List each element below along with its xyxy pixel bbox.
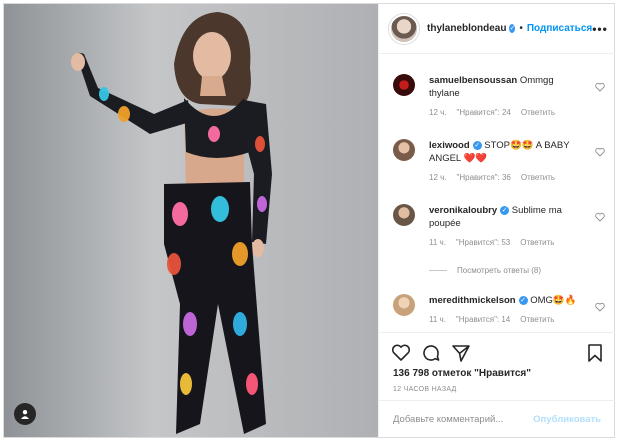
comment-icon[interactable] bbox=[421, 343, 441, 363]
reply-button[interactable]: Ответить bbox=[521, 108, 555, 117]
comment-time[interactable]: 11 ч. bbox=[429, 238, 446, 247]
comment-username[interactable]: veronikaloubry bbox=[429, 205, 497, 216]
follow-button[interactable]: Подписаться bbox=[527, 23, 592, 34]
commenter-avatar[interactable] bbox=[393, 294, 415, 316]
post-photo[interactable] bbox=[4, 4, 378, 437]
verified-icon: ✓ bbox=[472, 140, 482, 150]
comment-username[interactable]: lexiwood bbox=[429, 140, 470, 151]
comment-text: OMG🤩🔥 bbox=[530, 295, 577, 306]
post-dialog: thylaneblondeau ✓ • Подписаться ••• samu… bbox=[3, 3, 615, 438]
comment-time[interactable]: 12 ч. bbox=[429, 173, 447, 182]
separator-dot: • bbox=[519, 23, 523, 34]
comment-username[interactable]: meredithmickelson bbox=[429, 295, 516, 306]
like-comment-heart-icon[interactable] bbox=[595, 212, 605, 222]
add-comment-bar: Добавьте комментарий... Опубликовать bbox=[379, 400, 615, 437]
like-comment-heart-icon[interactable] bbox=[595, 82, 605, 92]
comment-time[interactable]: 12 ч. bbox=[429, 108, 447, 117]
verified-icon: ✓ bbox=[518, 295, 528, 305]
view-replies-button[interactable]: Посмотреть ответы (8) bbox=[429, 266, 541, 275]
model-figure bbox=[4, 4, 378, 437]
comment-likes[interactable]: "Нравится": 24 bbox=[457, 108, 511, 117]
verified-icon: ✓ bbox=[500, 205, 510, 215]
comment-likes[interactable]: "Нравится": 36 bbox=[457, 173, 511, 182]
comment-likes[interactable]: "Нравится": 53 bbox=[456, 238, 510, 247]
comment-time[interactable]: 11 ч. bbox=[429, 315, 446, 324]
verified-icon: ✓ bbox=[509, 24, 516, 33]
like-comment-heart-icon[interactable] bbox=[595, 147, 605, 157]
author-avatar[interactable] bbox=[389, 13, 419, 44]
comment-likes[interactable]: "Нравится": 14 bbox=[456, 315, 510, 324]
like-comment-heart-icon[interactable] bbox=[595, 302, 605, 312]
post-header: thylaneblondeau ✓ • Подписаться ••• bbox=[379, 4, 615, 54]
post-timestamp[interactable]: 12 ЧАСОВ НАЗАД bbox=[393, 386, 457, 393]
publish-button[interactable]: Опубликовать bbox=[533, 414, 601, 425]
commenter-avatar[interactable] bbox=[393, 204, 415, 226]
likes-count[interactable]: 136 798 отметок "Нравится" bbox=[393, 368, 531, 379]
heart-icon[interactable] bbox=[391, 343, 411, 363]
bookmark-icon[interactable] bbox=[585, 343, 605, 363]
user-tag-icon[interactable] bbox=[14, 403, 36, 425]
commenter-avatar[interactable] bbox=[393, 139, 415, 161]
share-icon[interactable] bbox=[451, 343, 471, 363]
commenter-avatar[interactable] bbox=[393, 74, 415, 96]
more-icon[interactable]: ••• bbox=[592, 22, 608, 36]
view-replies-label: Посмотреть ответы (8) bbox=[457, 266, 542, 275]
author-username[interactable]: thylaneblondeau bbox=[427, 23, 506, 34]
thread-line bbox=[429, 270, 447, 271]
reply-button[interactable]: Ответить bbox=[521, 173, 555, 182]
reply-button[interactable]: Ответить bbox=[520, 238, 554, 247]
comment-input[interactable]: Добавьте комментарий... bbox=[393, 414, 503, 425]
post-side-panel: thylaneblondeau ✓ • Подписаться ••• samu… bbox=[378, 4, 615, 437]
reply-button[interactable]: Ответить bbox=[520, 315, 554, 324]
comment-username[interactable]: samuelbensoussan bbox=[429, 75, 517, 86]
